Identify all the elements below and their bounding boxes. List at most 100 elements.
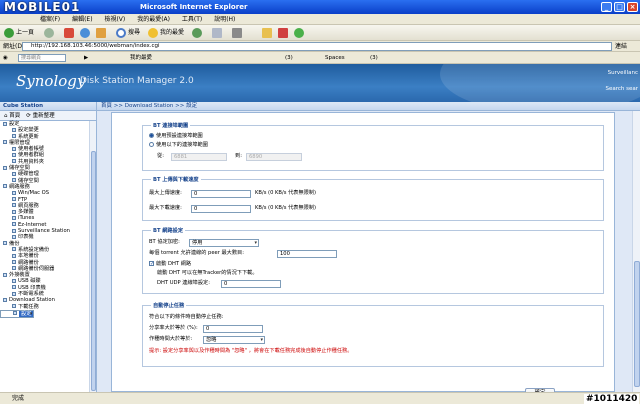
navigation-tree: 設定 設定變更 系統更新 權限管理 使用者帳號 使用者群組 共用資料夾 儲存空間 硬碟管理 儲存空… <box>0 121 96 318</box>
folder-icon <box>3 184 7 189</box>
stamp-text: #1011420 <box>584 394 640 404</box>
minimize-button[interactable]: _ <box>601 2 612 12</box>
messenger-count-link[interactable]: (3) <box>370 54 378 62</box>
peers-input[interactable]: 100 <box>277 250 337 258</box>
item-icon <box>12 266 16 271</box>
print-button[interactable] <box>232 27 242 39</box>
port-custom-option[interactable]: 使用以下的連接埠範圍 <box>149 141 208 149</box>
main-content: 首頁 >> Download Station >> 設定 BT 連接埠範圍 使用… <box>97 102 640 392</box>
sidebar-item-label: 網路備份伺服器 <box>18 265 55 272</box>
history-button[interactable] <box>192 27 202 39</box>
sidebar-item[interactable]: 設定 <box>0 309 35 318</box>
favorites-button[interactable]: 我的最愛 <box>148 27 184 39</box>
tab-reload[interactable]: ⟳ 重新整理 <box>26 111 54 121</box>
download-label: 最大下載速度: <box>149 205 182 211</box>
item-icon <box>13 311 17 316</box>
status-bar: 完成 #1011420 <box>0 392 640 404</box>
research-button[interactable] <box>278 27 288 39</box>
item-icon <box>12 222 16 227</box>
dht-checkbox[interactable]: ✓ <box>149 261 154 267</box>
udp-port-input[interactable]: 0 <box>221 280 281 288</box>
search-button[interactable]: 搜尋 <box>116 27 140 39</box>
sidebar-scrollbar[interactable] <box>89 121 96 392</box>
sidebar-scroll-thumb[interactable] <box>91 151 96 391</box>
seed-time-select[interactable]: 忽略 <box>203 336 265 344</box>
spaces-link[interactable]: Spaces <box>325 54 345 62</box>
auto-stop-tip: 提示: 設定分享率與以及作種時間為 "忽略" ，將會在下載任務完成後自動停止作種… <box>149 348 353 354</box>
folder-icon <box>3 241 7 246</box>
back-button[interactable]: 上一頁 <box>4 27 34 39</box>
forward-arrow-icon <box>44 28 54 38</box>
mail-button[interactable] <box>212 27 222 39</box>
item-icon <box>12 215 16 220</box>
ratio-input[interactable]: 0 <box>203 325 263 333</box>
home-button[interactable] <box>96 27 106 39</box>
folder-icon <box>3 121 7 126</box>
menu-file[interactable]: 檔案(F) <box>40 14 60 25</box>
sidebar-item-label: 系統更新 <box>18 133 39 140</box>
menu-edit[interactable]: 編輯(E) <box>72 14 92 25</box>
menu-tools[interactable]: 工具(T) <box>182 14 202 25</box>
stop-button[interactable] <box>64 27 74 39</box>
folder-button[interactable] <box>262 27 272 39</box>
item-icon <box>12 209 16 214</box>
port-from-input[interactable]: 6881 <box>171 153 227 161</box>
auto-stop-section: 自動停止任務 符合以下的條件時自動停止任務: 分享率大於等於 (%): 0 作種… <box>142 302 604 367</box>
live-search-icon: ◉ <box>3 55 8 61</box>
messenger-button[interactable] <box>294 27 304 39</box>
address-bar: 網址(D) http://192.168.103.46:5000/webman/… <box>0 41 640 52</box>
encrypt-select[interactable]: 停用 <box>189 239 259 247</box>
refresh-icon <box>80 28 90 38</box>
tab-home[interactable]: ⌂ 首頁 <box>4 111 20 121</box>
favorites-link[interactable]: 我的最愛 <box>130 54 152 62</box>
folder-icon <box>3 140 7 145</box>
dsm-header: Synology Disk Station Manager 2.0 Survei… <box>0 64 640 102</box>
port-default-option[interactable]: 使用預設連接埠範圍 <box>149 132 203 140</box>
port-default-label: 使用預設連接埠範圍 <box>156 133 203 139</box>
dht-option[interactable]: ✓ 啟動 DHT 網路 <box>149 260 191 268</box>
menu-help[interactable]: 說明(H) <box>214 14 235 25</box>
sidebar-tabs: ⌂ 首頁 ⟳ 重新整理 <box>0 111 96 121</box>
sidebar-item-label: 網路服務 <box>9 183 30 190</box>
main-scroll-thumb[interactable] <box>634 261 640 387</box>
download-speed-input[interactable]: 0 <box>191 205 251 213</box>
network-section: BT 網路設定 BT 協定加密: 停用 每個 torrent 允許連線的 pee… <box>142 227 604 294</box>
port-default-radio[interactable] <box>149 133 154 138</box>
item-icon <box>12 190 16 195</box>
sidebar-item-label: 權限管理 <box>9 139 30 146</box>
maximize-button[interactable]: □ <box>614 2 625 12</box>
port-custom-radio[interactable] <box>149 142 154 147</box>
seed-time-label: 作種時間大於等於: <box>149 336 193 342</box>
item-icon <box>12 260 16 265</box>
refresh-button[interactable] <box>80 27 90 39</box>
item-icon <box>12 278 16 283</box>
menu-view[interactable]: 檢視(V) <box>104 14 125 25</box>
surveillance-link[interactable]: Surveillanc <box>608 70 638 76</box>
main-scrollbar[interactable] <box>632 111 640 392</box>
reload-icon: ⟳ <box>26 112 31 119</box>
synology-logo: Synology <box>16 72 86 90</box>
header-search[interactable]: Search sear <box>605 86 638 92</box>
menu-favorites[interactable]: 我的最愛(A) <box>137 14 170 25</box>
browser-toolbar: 上一頁 搜尋 我的最愛 <box>0 25 640 41</box>
sidebar-item-label: 本地備份 <box>18 253 39 260</box>
peers-label: 每個 torrent 允許連線的 peer 最大數目: <box>149 250 244 256</box>
item-icon <box>12 171 16 176</box>
close-button[interactable]: × <box>627 2 638 12</box>
item-icon <box>12 203 16 208</box>
address-input[interactable]: http://192.168.103.46:5000/webman/index.… <box>22 42 612 51</box>
item-icon <box>12 152 16 157</box>
links-label[interactable]: 連結 <box>615 42 627 51</box>
sidebar-item-label: 設定變更 <box>18 127 39 134</box>
web-search-input[interactable]: 搜尋網頁 <box>18 54 66 62</box>
mail-count-link[interactable]: (3) <box>285 54 293 62</box>
ratio-label: 分享率大於等於 (%): <box>149 325 198 331</box>
sidebar-item-label: 網路備份 <box>18 259 39 266</box>
port-to-input[interactable]: 6890 <box>246 153 302 161</box>
speed-legend: BT 上傳與下載速度 <box>151 176 201 183</box>
forward-button[interactable] <box>44 27 54 39</box>
search-go-icon[interactable]: ▶ <box>84 54 88 62</box>
item-icon <box>12 234 16 239</box>
sidebar-item-label: Download Station <box>9 297 55 304</box>
upload-speed-input[interactable]: 0 <box>191 190 251 198</box>
